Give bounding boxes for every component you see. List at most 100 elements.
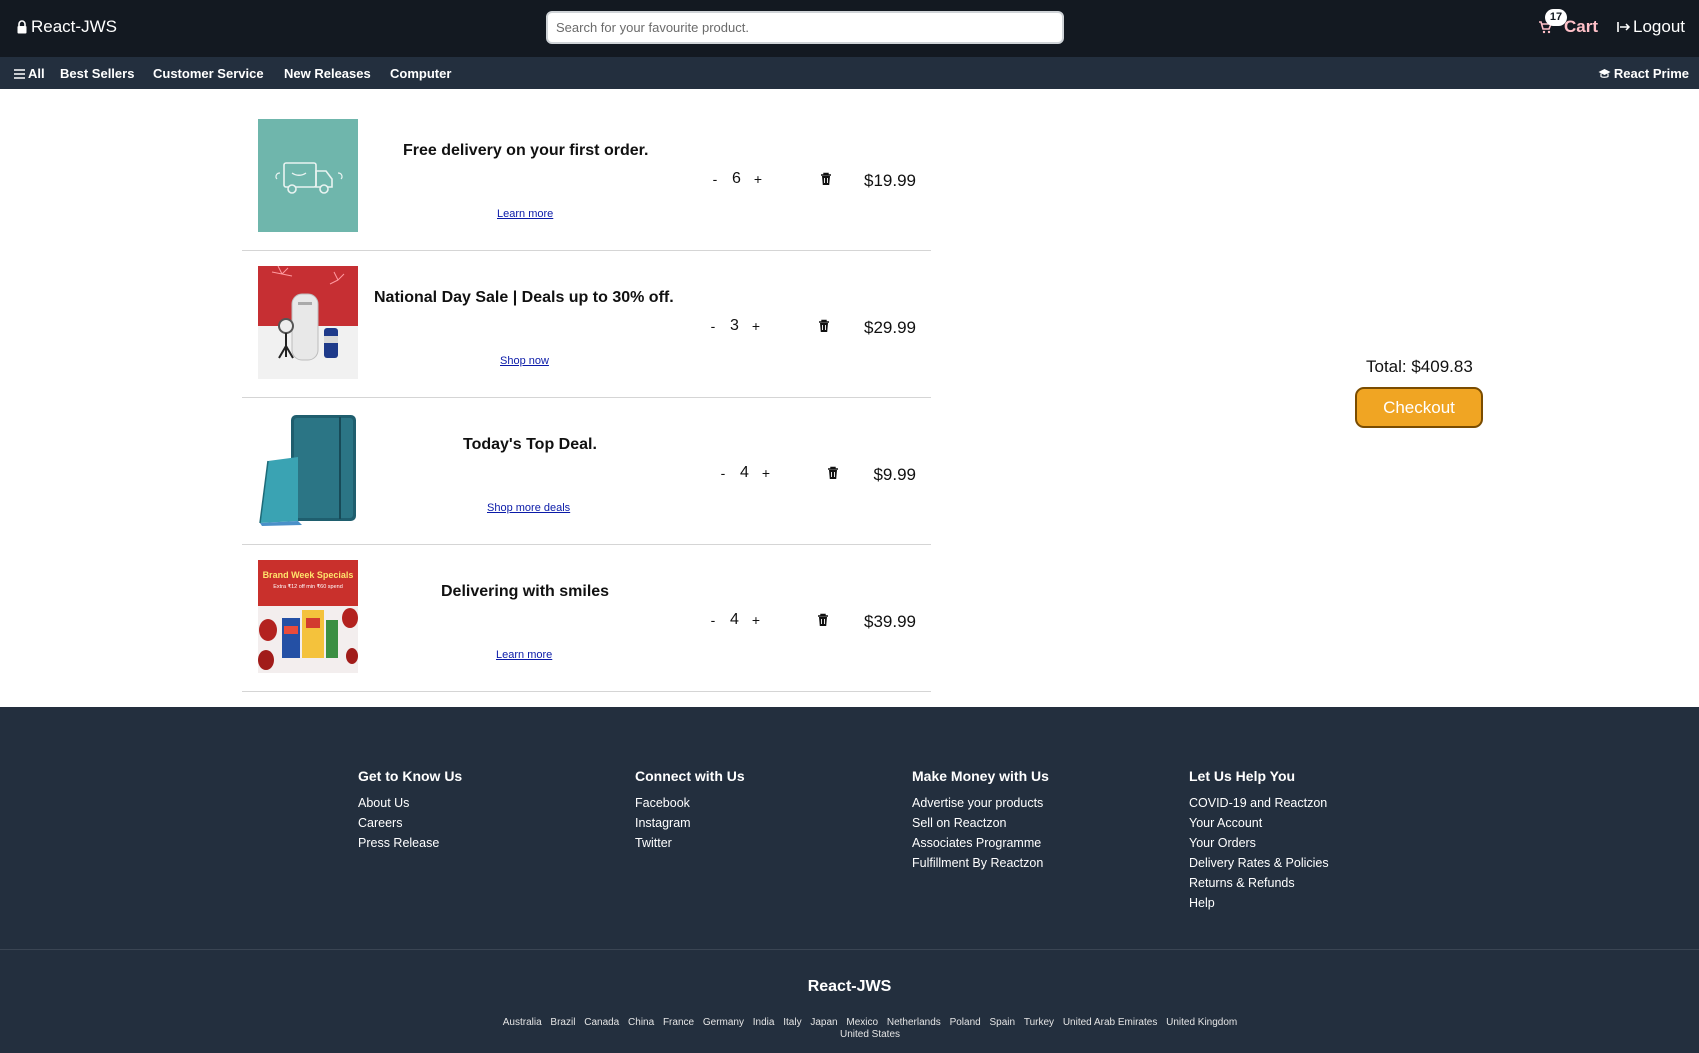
trash-icon[interactable] <box>817 613 829 627</box>
footer-heading: Make Money with Us <box>912 768 1049 784</box>
footer-link-facebook[interactable]: Facebook <box>635 793 745 813</box>
decrease-button[interactable]: - <box>716 465 730 481</box>
shop-more-deals-link[interactable]: Shop more deals <box>487 502 570 514</box>
logout-icon <box>1617 22 1631 32</box>
nav-new-releases[interactable]: New Releases <box>284 66 371 81</box>
cart-label: Cart <box>1564 17 1599 36</box>
national-day-sale-image[interactable] <box>258 266 358 379</box>
item-title: Free delivery on your first order. <box>403 142 649 159</box>
item-title: Today's Top Deal. <box>463 436 597 453</box>
footer-link-covid[interactable]: COVID-19 and Reactzon <box>1189 793 1329 813</box>
country-link[interactable]: China <box>628 1017 654 1028</box>
footer-column-connect: Connect with Us Facebook Instagram Twitt… <box>635 768 745 853</box>
increase-button[interactable]: + <box>759 465 773 481</box>
react-prime-link[interactable]: React Prime <box>1598 66 1689 81</box>
country-link[interactable]: India <box>753 1017 775 1028</box>
country-link[interactable]: Australia <box>503 1017 542 1028</box>
banner-heading: Brand Week Specials <box>263 570 354 580</box>
country-link[interactable]: United States <box>840 1029 900 1040</box>
hamburger-icon <box>14 68 25 79</box>
shop-now-link[interactable]: Shop now <box>500 355 549 367</box>
footer-link-careers[interactable]: Careers <box>358 813 462 833</box>
tablet-case-image[interactable] <box>258 413 358 526</box>
quantity-stepper: - 4 + <box>706 611 763 629</box>
gift-box-icon: Brand Week Specials Extra ₹12 off min ₹6… <box>258 570 358 673</box>
all-menu-button[interactable]: All <box>14 66 45 81</box>
footer-link-your-orders[interactable]: Your Orders <box>1189 833 1329 853</box>
footer-column-get-to-know-us: Get to Know Us About Us Careers Press Re… <box>358 768 462 853</box>
country-link[interactable]: Mexico <box>846 1017 878 1028</box>
footer-link-instagram[interactable]: Instagram <box>635 813 745 833</box>
country-link[interactable]: Spain <box>989 1017 1015 1028</box>
learn-more-link[interactable]: Learn more <box>497 208 553 220</box>
footer-link-press-release[interactable]: Press Release <box>358 833 462 853</box>
decrease-button[interactable]: - <box>706 612 720 628</box>
country-list: Australia Brazil Canada China France Ger… <box>480 1017 1260 1041</box>
footer-link-your-account[interactable]: Your Account <box>1189 813 1329 833</box>
sub-navigation: All Best Sellers Customer Service New Re… <box>0 57 1699 89</box>
item-title: Delivering with smiles <box>441 583 610 600</box>
nav-customer-service[interactable]: Customer Service <box>153 66 264 81</box>
nav-computer[interactable]: Computer <box>390 66 451 81</box>
country-link[interactable]: Italy <box>783 1017 801 1028</box>
country-link[interactable]: Japan <box>810 1017 837 1028</box>
item-title: National Day Sale | Deals up to 30% off. <box>374 289 674 306</box>
quantity-value: 6 <box>732 170 741 187</box>
cart-total: Total: $409.83 <box>1366 357 1473 376</box>
footer-link-about-us[interactable]: About Us <box>358 793 462 813</box>
increase-button[interactable]: + <box>749 612 763 628</box>
delivery-truck-image[interactable] <box>258 119 358 232</box>
footer-divider <box>0 949 1699 950</box>
brand-week-specials-image[interactable]: Brand Week Specials Extra ₹12 off min ₹6… <box>258 560 358 673</box>
quantity-value: 4 <box>740 464 749 481</box>
tablet-icon <box>259 415 356 526</box>
all-label: All <box>28 66 45 81</box>
top-header: React-JWS Cart 17 Logout <box>0 0 1699 57</box>
footer-link-twitter[interactable]: Twitter <box>635 833 745 853</box>
decrease-button[interactable]: - <box>706 318 720 334</box>
footer-link-sell[interactable]: Sell on Reactzon <box>912 813 1049 833</box>
brand-logo[interactable]: React-JWS <box>16 17 117 37</box>
increase-button[interactable]: + <box>749 318 763 334</box>
prime-label: React Prime <box>1613 66 1689 81</box>
trash-icon[interactable] <box>818 319 830 333</box>
country-link[interactable]: Netherlands <box>887 1017 941 1028</box>
footer-link-advertise[interactable]: Advertise your products <box>912 793 1049 813</box>
cart-item: Brand Week Specials Extra ₹12 off min ₹6… <box>242 545 931 692</box>
footer-link-delivery-rates[interactable]: Delivery Rates & Policies <box>1189 853 1329 873</box>
search-input[interactable] <box>546 11 1064 44</box>
lock-icon <box>17 20 27 34</box>
country-link[interactable]: Turkey <box>1024 1017 1054 1028</box>
banner-subtext: Extra ₹12 off min ₹60 spend <box>273 583 343 590</box>
cart-item: Free delivery on your first order. Learn… <box>242 104 931 251</box>
footer-brand[interactable]: React-JWS <box>0 978 1699 996</box>
logout-label: Logout <box>1633 17 1685 36</box>
country-link[interactable]: Brazil <box>550 1017 575 1028</box>
decrease-button[interactable]: - <box>708 171 722 187</box>
trash-icon[interactable] <box>820 172 832 186</box>
checkout-button[interactable]: Checkout <box>1355 387 1483 428</box>
footer-link-fulfillment[interactable]: Fulfillment By Reactzon <box>912 853 1049 873</box>
footer-column-help: Let Us Help You COVID-19 and Reactzon Yo… <box>1189 768 1329 913</box>
item-price: $9.99 <box>873 465 916 484</box>
footer-heading: Connect with Us <box>635 768 745 784</box>
logout-button[interactable]: Logout <box>1617 17 1685 37</box>
learn-more-link[interactable]: Learn more <box>496 649 552 661</box>
country-link[interactable]: United Kingdom <box>1166 1017 1237 1028</box>
country-link[interactable]: United Arab Emirates <box>1063 1017 1158 1028</box>
country-link[interactable]: Poland <box>950 1017 981 1028</box>
footer-link-associates[interactable]: Associates Programme <box>912 833 1049 853</box>
footer-link-help[interactable]: Help <box>1189 893 1329 913</box>
country-link[interactable]: Germany <box>703 1017 744 1028</box>
nav-best-sellers[interactable]: Best Sellers <box>60 66 134 81</box>
trash-icon[interactable] <box>827 466 839 480</box>
cart-item: Today's Top Deal. Shop more deals - 4 + … <box>242 398 931 545</box>
country-link[interactable]: Canada <box>584 1017 619 1028</box>
graduation-cap-icon <box>1598 69 1611 78</box>
footer-column-make-money: Make Money with Us Advertise your produc… <box>912 768 1049 873</box>
footer-link-returns[interactable]: Returns & Refunds <box>1189 873 1329 893</box>
brand-name: React-JWS <box>31 17 117 36</box>
country-link[interactable]: France <box>663 1017 694 1028</box>
increase-button[interactable]: + <box>751 171 765 187</box>
footer-heading: Let Us Help You <box>1189 768 1296 784</box>
